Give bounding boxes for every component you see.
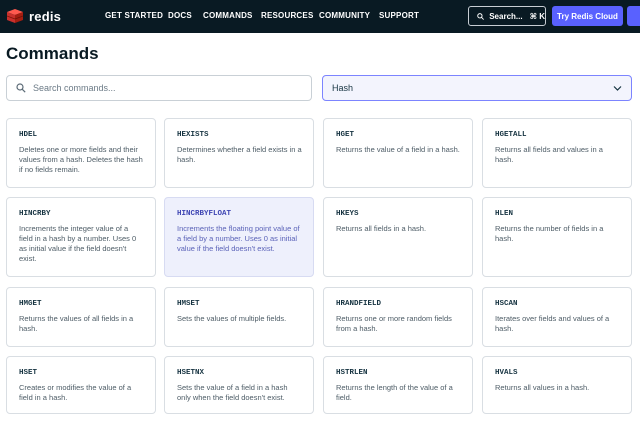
command-name: HLEN: [495, 210, 514, 218]
command-description: Deletes one or more fields and their val…: [19, 145, 143, 174]
command-name: HGETALL: [495, 131, 527, 139]
command-card-hgetall[interactable]: HGETALL Returns all fields and values in…: [482, 118, 632, 188]
command-card-hset[interactable]: HSET Creates or modifies the value of a …: [6, 356, 156, 414]
top-navigation-bar: redis GET STARTED DOCS COMMANDS RESOURCE…: [0, 0, 640, 33]
command-card-hget[interactable]: HGET Returns the value of a field in a h…: [323, 118, 473, 188]
command-name: HGET: [336, 131, 355, 139]
command-description: Iterates over fields and values of a has…: [495, 314, 610, 333]
command-description: Creates or modifies the value of a field…: [19, 383, 132, 402]
command-name: HSCAN: [495, 300, 518, 308]
search-icon: [16, 83, 26, 93]
command-name: HVALS: [495, 369, 518, 377]
group-filter-select[interactable]: Hash: [322, 75, 632, 101]
nav-resources[interactable]: RESOURCES: [261, 11, 313, 20]
command-description: Returns the length of the value of a fie…: [336, 383, 453, 402]
keyboard-shortcut: ⌘ K: [529, 11, 545, 21]
redis-cube-icon: [6, 9, 24, 23]
command-name: HINCRBYFLOAT: [177, 210, 232, 218]
redis-logo[interactable]: redis: [6, 7, 61, 25]
command-name: HMSET: [177, 300, 200, 308]
cut-off-button[interactable]: [627, 6, 640, 26]
command-description: Returns all fields and values in a hash.: [495, 145, 603, 164]
try-redis-cloud-button[interactable]: Try Redis Cloud: [552, 6, 623, 26]
command-card-hscan[interactable]: HSCAN Iterates over fields and values of…: [482, 287, 632, 347]
site-search-label: Search...: [489, 11, 523, 21]
command-name: HDEL: [19, 131, 38, 139]
command-name: HEXISTS: [177, 131, 209, 139]
command-description: Increments the floating point value of a…: [177, 224, 300, 253]
chevron-down-icon: [613, 86, 622, 91]
group-filter-value: Hash: [332, 83, 354, 93]
command-card-hmget[interactable]: HMGET Returns the values of all fields i…: [6, 287, 156, 347]
command-card-hsetnx[interactable]: HSETNX Sets the value of a field in a ha…: [164, 356, 314, 414]
command-description: Returns all values in a hash.: [495, 383, 590, 392]
command-card-hrandfield[interactable]: HRANDFIELD Returns one or more random fi…: [323, 287, 473, 347]
nav-get-started[interactable]: GET STARTED: [105, 11, 163, 20]
command-name: HSET: [19, 369, 38, 377]
command-card-hexists[interactable]: HEXISTS Determines whether a field exist…: [164, 118, 314, 188]
command-card-hmset[interactable]: HMSET Sets the values of multiple fields…: [164, 287, 314, 347]
command-description: Sets the values of multiple fields.: [177, 314, 287, 323]
brand-name: redis: [29, 8, 62, 24]
nav-support[interactable]: SUPPORT: [379, 11, 419, 20]
command-description: Returns the number of fields in a hash.: [495, 224, 604, 243]
command-card-hdel[interactable]: HDEL Deletes one or more fields and thei…: [6, 118, 156, 188]
command-search-input[interactable]: [33, 83, 303, 93]
command-name: HKEYS: [336, 210, 359, 218]
command-name: HSETNX: [177, 369, 205, 377]
command-card-hlen[interactable]: HLEN Returns the number of fields in a h…: [482, 197, 632, 277]
command-description: Returns the values of all fields in a ha…: [19, 314, 134, 333]
nav-docs[interactable]: DOCS: [168, 11, 192, 20]
command-name: HSTRLEN: [336, 369, 368, 377]
command-card-hincrby[interactable]: HINCRBY Increments the integer value of …: [6, 197, 156, 277]
command-card-hkeys[interactable]: HKEYS Returns all fields in a hash.: [323, 197, 473, 277]
command-name: HRANDFIELD: [336, 300, 382, 308]
command-card-hincrbyfloat[interactable]: HINCRBYFLOAT Increments the floating poi…: [164, 197, 314, 277]
page-title: Commands: [6, 44, 99, 63]
command-card-hstrlen[interactable]: HSTRLEN Returns the length of the value …: [323, 356, 473, 414]
command-card-hvals[interactable]: HVALS Returns all values in a hash.: [482, 356, 632, 414]
search-icon: [477, 12, 484, 20]
nav-community[interactable]: COMMUNITY: [319, 11, 370, 20]
command-description: Sets the value of a field in a hash only…: [177, 383, 288, 402]
command-name: HMGET: [19, 300, 42, 308]
command-name: HINCRBY: [19, 210, 51, 218]
command-description: Returns all fields in a hash.: [336, 224, 427, 233]
command-description: Determines whether a field exists in a h…: [177, 145, 302, 164]
site-search-button[interactable]: Search... ⌘ K: [468, 6, 546, 26]
command-description: Returns one or more random fields from a…: [336, 314, 452, 333]
command-search-field[interactable]: [6, 75, 312, 101]
command-description: Returns the value of a field in a hash.: [336, 145, 460, 154]
command-description: Increments the integer value of a field …: [19, 224, 137, 263]
nav-commands[interactable]: COMMANDS: [203, 11, 253, 20]
